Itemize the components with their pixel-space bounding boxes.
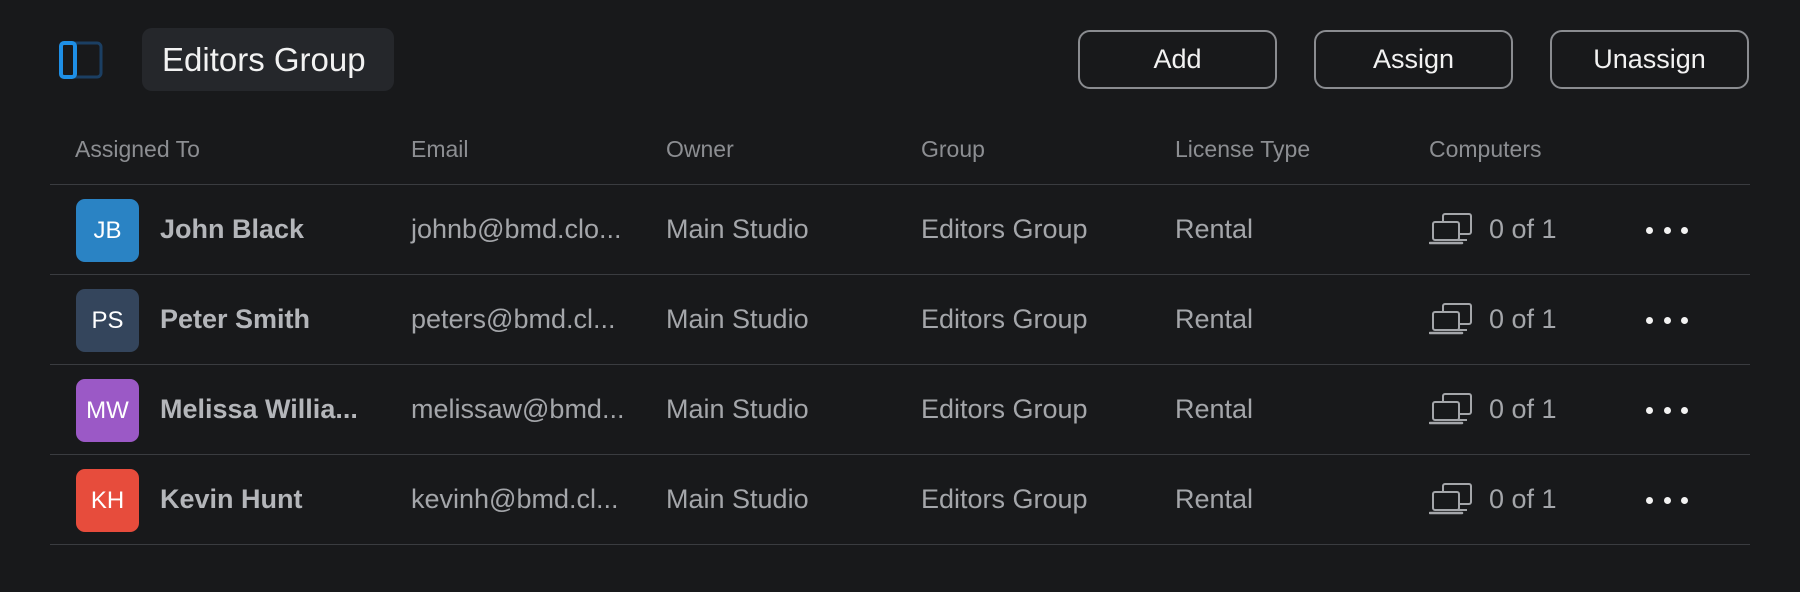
computers-cell: 0 of 1 bbox=[1429, 365, 1557, 454]
avatar: KH bbox=[76, 469, 139, 532]
page-title: Editors Group bbox=[142, 28, 394, 91]
group: Editors Group bbox=[921, 484, 1088, 514]
column-header-owner[interactable]: Owner bbox=[666, 136, 734, 163]
more-options-icon[interactable] bbox=[1646, 305, 1688, 335]
license-type: Rental bbox=[1175, 214, 1254, 244]
table-header: Assigned To Email Owner Group License Ty… bbox=[50, 118, 1750, 185]
computers-cell: 0 of 1 bbox=[1429, 455, 1557, 544]
computers-icon bbox=[1429, 482, 1472, 514]
owner: Main Studio bbox=[666, 484, 809, 514]
computers-cell: 0 of 1 bbox=[1429, 185, 1557, 274]
assign-button[interactable]: Assign bbox=[1314, 30, 1513, 89]
column-header-group[interactable]: Group bbox=[921, 136, 985, 163]
user-name: Peter Smith bbox=[160, 304, 311, 334]
group: Editors Group bbox=[921, 394, 1088, 424]
owner: Main Studio bbox=[666, 214, 809, 244]
table-row[interactable]: JB John Black johnb@bmd.clo... Main Stud… bbox=[50, 185, 1750, 275]
sidebar-toggle-icon[interactable] bbox=[58, 40, 106, 80]
add-button[interactable]: Add bbox=[1078, 30, 1277, 89]
user-name: Melissa Willia... bbox=[160, 394, 358, 424]
user-email: johnb@bmd.clo... bbox=[411, 214, 622, 244]
column-header-license-type[interactable]: License Type bbox=[1175, 136, 1310, 163]
computers-count: 0 of 1 bbox=[1489, 394, 1557, 424]
license-type: Rental bbox=[1175, 484, 1254, 514]
owner: Main Studio bbox=[666, 394, 809, 424]
more-options-icon[interactable] bbox=[1646, 485, 1688, 515]
group: Editors Group bbox=[921, 304, 1088, 334]
user-email: peters@bmd.cl... bbox=[411, 304, 616, 334]
computers-icon bbox=[1429, 302, 1472, 334]
more-options-icon[interactable] bbox=[1646, 395, 1688, 425]
avatar: MW bbox=[76, 379, 139, 442]
computers-cell: 0 of 1 bbox=[1429, 275, 1557, 364]
group: Editors Group bbox=[921, 214, 1088, 244]
owner: Main Studio bbox=[666, 304, 809, 334]
user-name: Kevin Hunt bbox=[160, 484, 303, 514]
user-email: kevinh@bmd.cl... bbox=[411, 484, 619, 514]
computers-icon bbox=[1429, 212, 1472, 244]
license-group-page: Editors Group Add Assign Unassign Assign… bbox=[0, 0, 1800, 592]
column-header-assigned-to[interactable]: Assigned To bbox=[75, 136, 200, 163]
users-table: Assigned To Email Owner Group License Ty… bbox=[50, 118, 1750, 545]
computers-count: 0 of 1 bbox=[1489, 304, 1557, 334]
table-row[interactable]: KH Kevin Hunt kevinh@bmd.cl... Main Stud… bbox=[50, 455, 1750, 545]
avatar: JB bbox=[76, 199, 139, 262]
column-header-email[interactable]: Email bbox=[411, 136, 469, 163]
table-row[interactable]: MW Melissa Willia... melissaw@bmd... Mai… bbox=[50, 365, 1750, 455]
user-name: John Black bbox=[160, 214, 305, 244]
user-email: melissaw@bmd... bbox=[411, 394, 625, 424]
unassign-button[interactable]: Unassign bbox=[1550, 30, 1749, 89]
avatar: PS bbox=[76, 289, 139, 352]
computers-count: 0 of 1 bbox=[1489, 214, 1557, 244]
computers-count: 0 of 1 bbox=[1489, 484, 1557, 514]
more-options-icon[interactable] bbox=[1646, 215, 1688, 245]
computers-icon bbox=[1429, 392, 1472, 424]
table-row[interactable]: PS Peter Smith peters@bmd.cl... Main Stu… bbox=[50, 275, 1750, 365]
column-header-computers[interactable]: Computers bbox=[1429, 136, 1541, 163]
license-type: Rental bbox=[1175, 304, 1254, 334]
license-type: Rental bbox=[1175, 394, 1254, 424]
